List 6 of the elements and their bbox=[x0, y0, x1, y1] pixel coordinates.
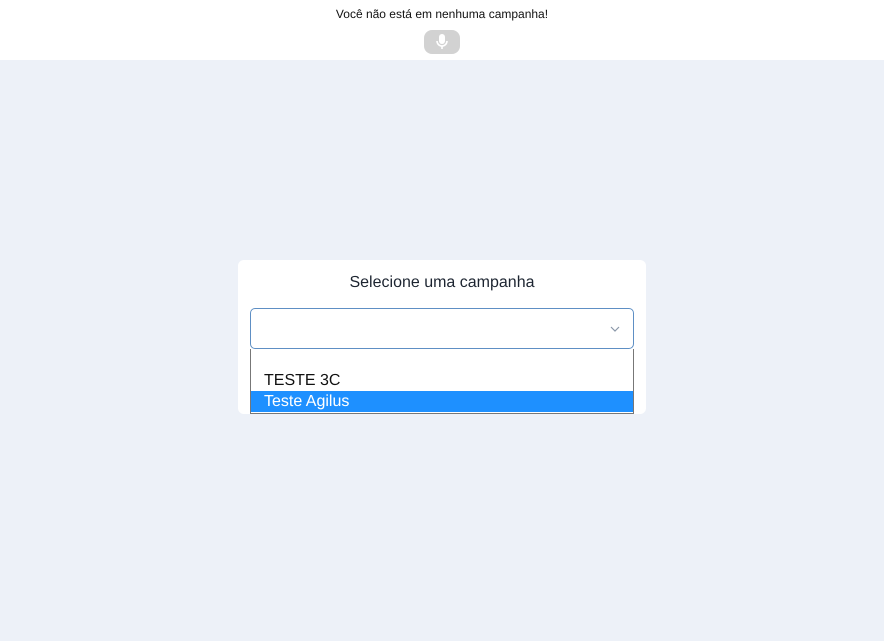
status-message: Você não está em nenhuma campanha! bbox=[336, 7, 548, 21]
card-title: Selecione uma campanha bbox=[348, 273, 536, 293]
microphone-icon bbox=[436, 34, 448, 50]
campaign-select[interactable] bbox=[250, 308, 634, 349]
chevron-down-icon bbox=[610, 326, 620, 332]
dropdown-option[interactable]: TESTE 3C bbox=[251, 370, 633, 391]
